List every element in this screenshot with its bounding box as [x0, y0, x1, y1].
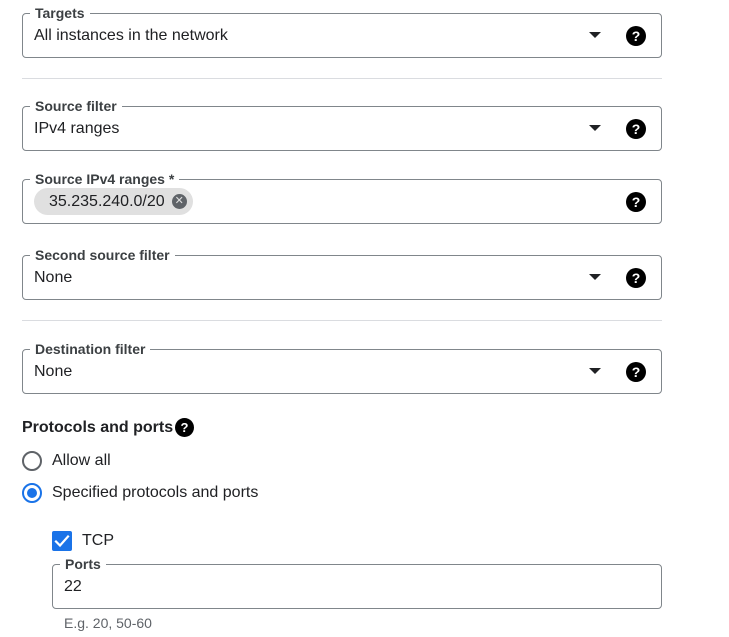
ports-value: 22	[64, 578, 82, 595]
destination-filter-select[interactable]: Destination filter None ?	[22, 340, 662, 394]
ip-range-chip-text: 35.235.240.0/20	[49, 193, 165, 210]
second-source-filter-label: Second source filter	[30, 246, 175, 264]
source-filter-value: IPv4 ranges	[34, 120, 120, 137]
radio-label: Specified protocols and ports	[52, 484, 259, 501]
destination-filter-value: None	[34, 363, 73, 380]
radio-button[interactable]	[22, 451, 42, 471]
radio-label: Allow all	[52, 452, 111, 469]
help-icon[interactable]: ?	[626, 362, 646, 382]
destination-filter-label: Destination filter	[30, 340, 151, 358]
targets-label: Targets	[30, 4, 90, 22]
help-icon[interactable]: ?	[626, 268, 646, 288]
radio-button-selected[interactable]	[22, 483, 42, 503]
ip-range-chip[interactable]: 35.235.240.0/20 ✕	[34, 188, 193, 215]
second-source-filter-select[interactable]: Second source filter None ?	[22, 246, 662, 300]
chip-remove-icon[interactable]: ✕	[171, 194, 187, 209]
help-icon[interactable]: ?	[626, 119, 646, 139]
ports-input[interactable]: Ports 22	[52, 555, 662, 609]
source-ipv4-ranges-label: Source IPv4 ranges *	[30, 170, 180, 188]
source-filter-select[interactable]: Source filter IPv4 ranges ?	[22, 97, 662, 151]
ports-hint: E.g. 20, 50-60	[64, 615, 152, 631]
checkbox-checked[interactable]	[52, 531, 72, 551]
source-filter-label: Source filter	[30, 97, 122, 115]
targets-value: All instances in the network	[34, 27, 228, 44]
dropdown-caret-icon[interactable]	[589, 368, 601, 374]
protocols-title: Protocols and ports	[22, 419, 174, 436]
dropdown-caret-icon[interactable]	[589, 125, 601, 131]
ports-label: Ports	[60, 555, 106, 573]
targets-select[interactable]: Targets All instances in the network ?	[22, 4, 662, 58]
dropdown-caret-icon[interactable]	[589, 32, 601, 38]
help-icon[interactable]: ?	[626, 192, 646, 212]
second-source-filter-value: None	[34, 269, 73, 286]
source-ipv4-ranges-input[interactable]: Source IPv4 ranges * 35.235.240.0/20 ✕ ?	[22, 170, 662, 224]
help-icon[interactable]: ?	[626, 26, 646, 46]
dropdown-caret-icon[interactable]	[589, 274, 601, 280]
divider	[22, 320, 662, 321]
help-icon[interactable]: ?	[175, 418, 194, 437]
tcp-label: TCP	[82, 532, 114, 549]
checkmark-icon	[54, 534, 70, 548]
divider	[22, 78, 662, 79]
